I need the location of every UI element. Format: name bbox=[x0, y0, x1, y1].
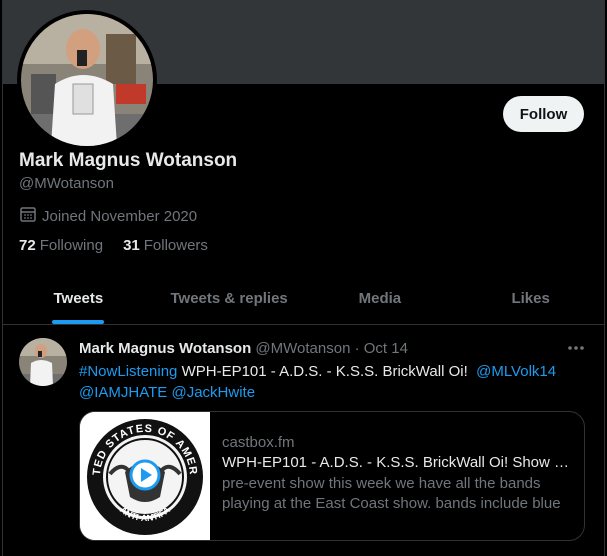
tweet-text: #NowListening WPH-EP101 - A.D.S. - K.S.S… bbox=[79, 361, 579, 403]
joined-date: Joined November 2020 bbox=[19, 205, 197, 227]
calendar-icon bbox=[19, 205, 37, 227]
card-domain: castbox.fm bbox=[222, 434, 295, 451]
mention-link[interactable]: @JackHwite bbox=[171, 384, 255, 401]
following-count: 72 bbox=[19, 237, 36, 254]
tweet-avatar-photo bbox=[19, 338, 67, 386]
profile-page: Follow Mark Magnus Wotanson @MWotanson J… bbox=[2, 0, 605, 556]
followers-link[interactable]: 31 Followers bbox=[123, 237, 208, 254]
tweet-date[interactable]: Oct 14 bbox=[364, 340, 408, 357]
tweet-avatar[interactable] bbox=[19, 338, 67, 386]
follow-button[interactable]: Follow bbox=[503, 96, 584, 132]
tab-likes[interactable]: Likes bbox=[455, 273, 604, 324]
card-thumbnail: UNITED STATES OF AMERICA ANTI-ANTIFA bbox=[80, 412, 210, 540]
tab-tweets-and-replies[interactable]: Tweets & replies bbox=[154, 273, 305, 324]
tweet-author-name[interactable]: Mark Magnus Wotanson bbox=[79, 340, 251, 357]
profile-name: Mark Magnus Wotanson bbox=[19, 150, 238, 171]
tweet[interactable]: Mark Magnus Wotanson @MWotanson · Oct 14… bbox=[3, 326, 604, 556]
anti-antifa-logo: UNITED STATES OF AMERICA ANTI-ANTIFA bbox=[80, 412, 210, 540]
card-description: pre-event show this week we have all the… bbox=[222, 475, 561, 512]
profile-avatar[interactable] bbox=[17, 10, 157, 150]
profile-stats: 72 Following 31 Followers bbox=[19, 237, 208, 254]
mention-link[interactable]: @IAMJHATE bbox=[79, 384, 167, 401]
mention-link[interactable]: @MLVolk14 bbox=[476, 363, 556, 380]
tweet-separator: · bbox=[354, 340, 360, 357]
profile-photo bbox=[21, 14, 153, 146]
profile-handle: @MWotanson bbox=[19, 175, 114, 192]
tab-tweets[interactable]: Tweets bbox=[3, 273, 154, 324]
card-title: WPH-EP101 - A.D.S. - K.S.S. BrickWall Oi… bbox=[222, 454, 572, 471]
tweet-header: Mark Magnus Wotanson @MWotanson · Oct 14 bbox=[79, 340, 408, 357]
followers-label: Followers bbox=[143, 237, 208, 254]
more-options-icon[interactable] bbox=[566, 338, 586, 363]
profile-tabs: Tweets Tweets & replies Media Likes bbox=[3, 273, 604, 325]
tweet-author-handle[interactable]: @MWotanson bbox=[255, 340, 350, 357]
tweet-text-main: WPH-EP101 - A.D.S. - K.S.S. BrickWall Oi… bbox=[181, 363, 468, 380]
link-card[interactable]: UNITED STATES OF AMERICA ANTI-ANTIFA cas… bbox=[79, 411, 585, 541]
joined-text: Joined November 2020 bbox=[42, 207, 198, 225]
hashtag-link[interactable]: #NowListening bbox=[79, 363, 177, 380]
following-label: Following bbox=[39, 237, 104, 254]
card-text: castbox.fm WPH-EP101 - A.D.S. - K.S.S. B… bbox=[210, 412, 584, 540]
followers-count: 31 bbox=[123, 237, 140, 254]
following-link[interactable]: 72 Following bbox=[19, 237, 103, 254]
tab-media[interactable]: Media bbox=[305, 273, 456, 324]
